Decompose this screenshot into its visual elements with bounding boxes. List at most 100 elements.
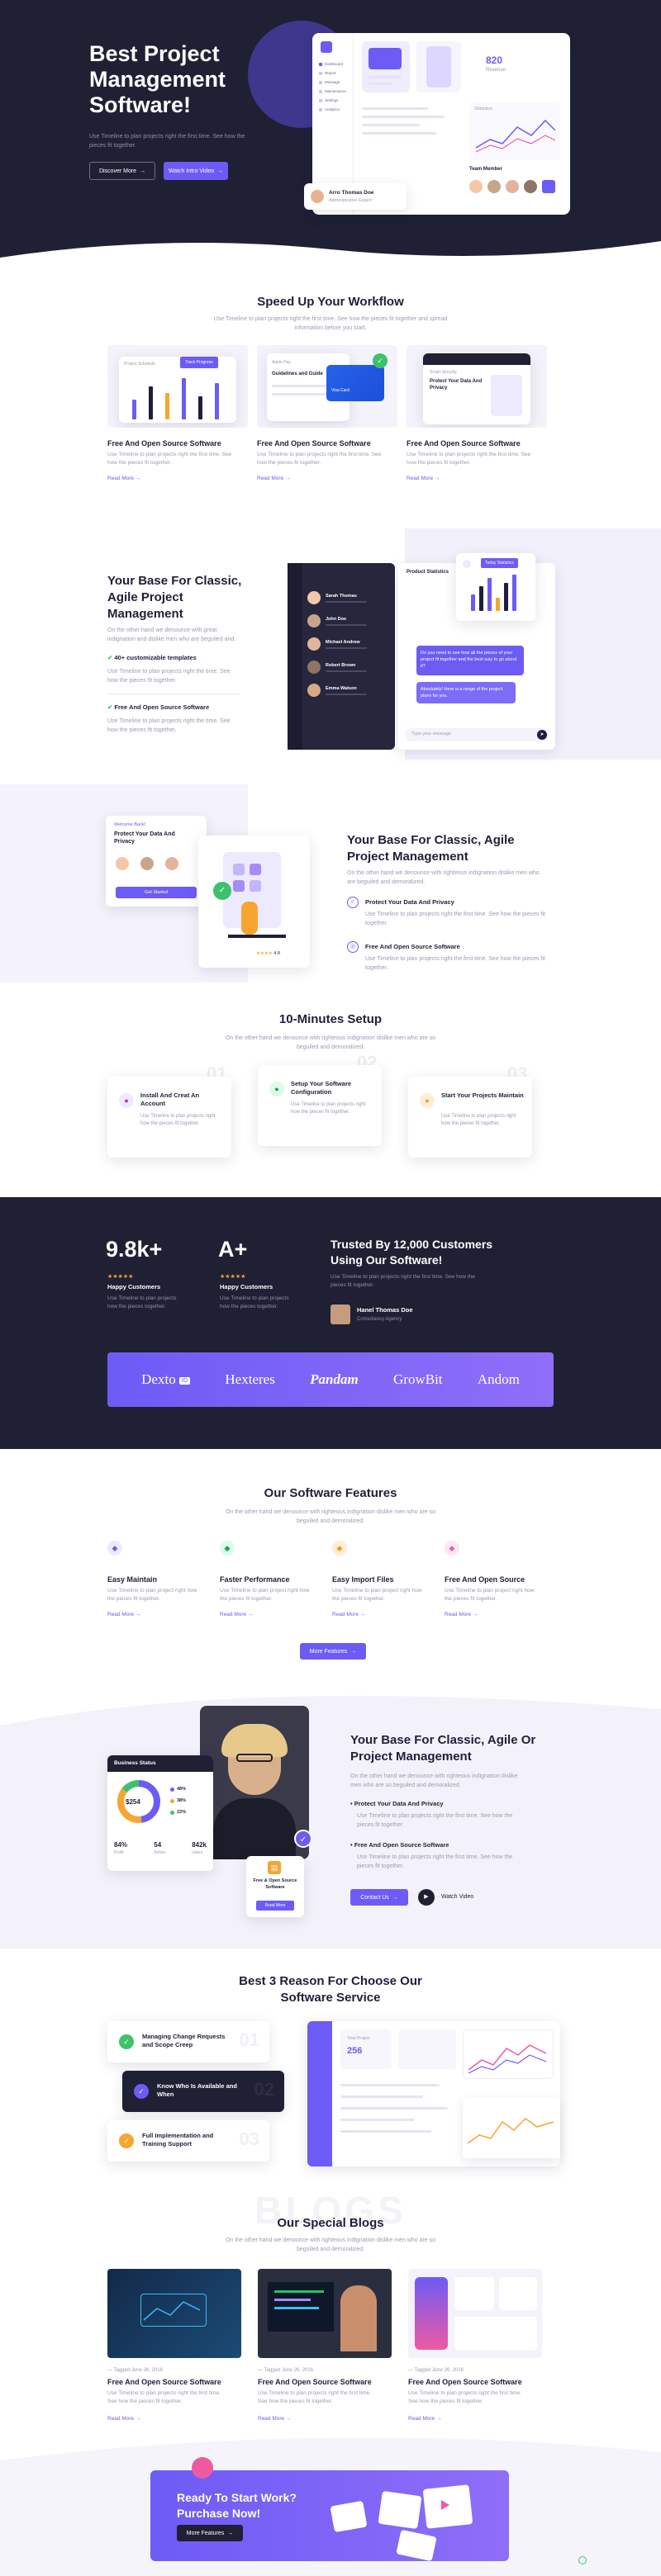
read-more-link[interactable]: Read More → [258,2416,291,2422]
avatar [330,1305,350,1324]
read-more-link[interactable]: Read More → [445,1612,478,1617]
reasons-title: Best 3 Reason For Choose Our Software Se… [239,1974,422,2005]
arrow-right-icon: → [140,168,146,174]
avatar [116,857,129,870]
check-icon: ✔ [107,654,113,661]
person-role: Consultancy Agency [357,1317,402,1322]
sidebar-item[interactable]: Report [319,69,352,78]
watch-video-link[interactable]: Watch Video [441,1894,473,1900]
blog-title[interactable]: Free And Open Source Software [408,2378,522,2386]
workflow-card-image: Apple Pay Guidelines and Guide Visa Card ✓ [257,345,397,428]
stat-1-text: Use Timeline to plan projects how the pi… [107,1295,177,1309]
mock-card-phone [416,41,461,92]
chat-list-item[interactable]: Michael Andrew [307,632,390,656]
menu-icon [319,107,322,111]
play-icon[interactable]: ▶ [418,1889,435,1906]
blog-date: — Tagged June 26, 2016 [258,2368,313,2373]
document-icon: ▤ [268,1861,281,1874]
sidebar-item[interactable]: Analytics [319,105,352,114]
hero-section: Best Project Management Software! Use Ti… [0,0,661,274]
read-more-link[interactable]: Read More → [407,476,440,481]
reason-item: ✓ Know Who Is Available and When 02 [122,2071,284,2112]
popup-read-more-button[interactable]: Read More [256,1901,294,1911]
dash-stat: 54 Active [154,1841,165,1855]
contact-us-button[interactable]: Contact Us → [350,1889,408,1906]
base2-text: On the other hand we denounce with right… [347,870,540,885]
play-icon [441,2500,449,2510]
avatar [307,637,321,651]
chat-list-item[interactable]: Sarah Thomas [307,586,390,609]
discover-more-button[interactable]: Discover More → [89,162,155,180]
check-circle-icon: ✓ [213,882,231,900]
read-more-link[interactable]: Read More → [107,1612,140,1617]
features-title: Our Software Features [264,1486,397,1500]
read-more-link[interactable]: Read More → [257,476,290,481]
get-started-button[interactable]: Get Started [116,887,197,898]
blog-image[interactable] [107,2269,241,2358]
cta-title: Ready To Start Work? Purchase Now! [177,2491,297,2520]
feature-icon: ◆ [332,1541,347,1556]
read-more-link[interactable]: Read More → [220,1612,253,1617]
read-more-link[interactable]: Read More → [408,2416,441,2422]
reason-item: ✓ Full Implementation and Training Suppor… [107,2120,269,2162]
cta-more-features-button[interactable]: More Features → [177,2525,243,2541]
sidebar-item[interactable]: Settings [319,96,352,105]
chat-list-item[interactable]: Robert Brown [307,656,390,679]
chat-message-bubble: Do you need to see how all the pieces of… [416,646,524,675]
chat-input[interactable]: Type your message ➤ [405,728,549,741]
stat-2-label: Happy Customers [220,1283,273,1290]
business-status-card: Business Status $254 48% 38% 22% 84% Profit… [107,1755,213,1871]
more-features-button[interactable]: More Features → [300,1643,366,1660]
arrow-right-icon: → [359,1612,366,1617]
reason-icon: ✓ [134,2084,149,2099]
sidebar-item[interactable]: Message [319,78,352,87]
blog-text: Use Timeline to plan projects right the … [107,2390,221,2404]
sidebar-item[interactable]: Maintenance [319,87,352,96]
mock-stat-value: 820 [486,54,503,66]
arrow-right-icon: → [285,2416,292,2422]
blog-title[interactable]: Free And Open Source Software [107,2378,221,2386]
orproject-bullet-1: • Protect Your Data And Privacy [350,1800,444,1807]
menu-icon [319,98,322,102]
orproject-person-photo [200,1706,309,1859]
arrow-right-icon: → [392,1894,398,1901]
stat-1-value: 9.8k+ [106,1237,163,1262]
read-more-link[interactable]: Read More → [332,1612,365,1617]
mock-logo-icon [321,41,332,53]
base1-chat-list-mock: Sarah Thomas John Doe Michael Andrew Robert… [288,563,395,750]
trusted-title: Trusted By 12,000 Customers Using Our So… [330,1238,493,1267]
mock-list [362,102,461,144]
arrow-right-icon: → [227,2530,234,2536]
check-badge-icon: ✓ [294,1830,312,1848]
read-more-link[interactable]: Read More → [107,476,140,481]
menu-icon [319,80,322,84]
blogs-title: Our Special Blogs [277,2216,384,2230]
send-icon[interactable]: ➤ [537,730,547,740]
setup-step-card: ● Setup Your Software Configuration Use Ti… [258,1065,382,1146]
avatar [469,180,483,193]
workflow-card-title: Free And Open Source Software [107,439,221,447]
dash-stat: 842k Users [192,1841,207,1855]
blog-image[interactable] [408,2269,542,2358]
rating-stars: ★★★★★ [107,1274,134,1280]
blog-title[interactable]: Free And Open Source Software [258,2378,372,2386]
read-more-link[interactable]: Read More → [107,2416,140,2422]
sidebar-item[interactable]: Dashboard [319,59,352,69]
workflow-card-image: Smart Security Protect Your Data And Priv… [407,345,547,428]
person-name: Hanel Thomas Doe [357,1306,413,1314]
avatar [311,190,324,203]
chat-list-item[interactable]: John Doe [307,609,390,632]
donut-value: $254 [126,1798,140,1806]
base1-text: On the other hand we denounce with great… [107,627,236,642]
reason-icon: ✓ [119,2133,134,2148]
blog-image[interactable] [258,2269,392,2358]
watch-intro-video-button[interactable]: Watch Intro Video → [164,162,228,180]
donut-legend-item: 22% [170,1807,210,1818]
reason-item: ✓ Managing Change Requests and Scope Cree… [107,2021,269,2062]
setup-step-card: ● Install And Creat An Account Use Timelin… [107,1077,231,1158]
cta-banner: Ready To Start Work? Purchase Now! More … [150,2470,509,2561]
chat-list-item[interactable]: Emma Watson [307,679,390,702]
mock-team-title: Team Member [469,167,502,172]
feature-icon: ◆ [107,1541,122,1556]
scroll-top-icon[interactable] [578,2556,587,2564]
